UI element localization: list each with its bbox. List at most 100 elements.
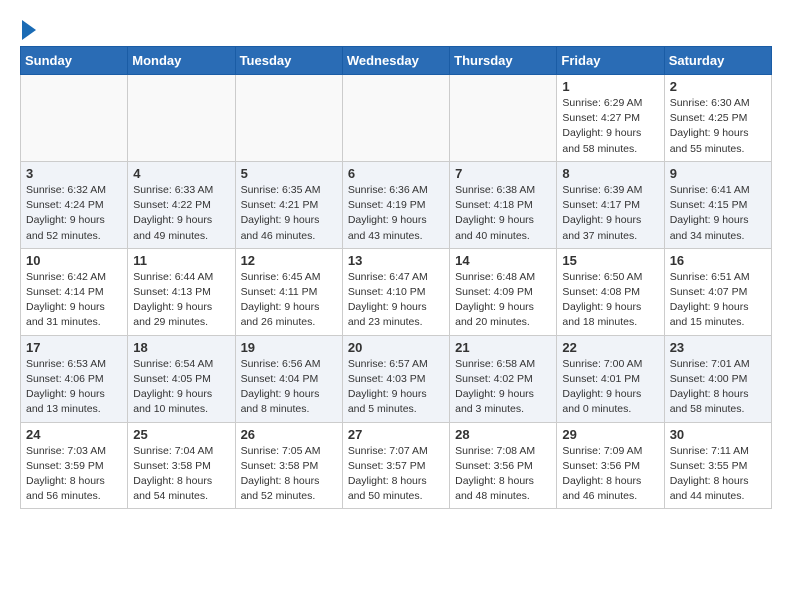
day-info: Sunrise: 7:05 AMSunset: 3:58 PMDaylight:… [241, 444, 337, 505]
calendar-cell: 11 Sunrise: 6:44 AMSunset: 4:13 PMDayligh… [128, 248, 235, 335]
day-number: 9 [670, 166, 766, 181]
day-number: 2 [670, 79, 766, 94]
calendar-week-row: 1 Sunrise: 6:29 AMSunset: 4:27 PMDaylight… [21, 75, 772, 162]
page: SundayMondayTuesdayWednesdayThursdayFrid… [0, 0, 792, 525]
day-info: Sunrise: 6:51 AMSunset: 4:07 PMDaylight:… [670, 270, 766, 331]
day-number: 14 [455, 253, 551, 268]
day-info: Sunrise: 6:57 AMSunset: 4:03 PMDaylight:… [348, 357, 444, 418]
day-info: Sunrise: 7:03 AMSunset: 3:59 PMDaylight:… [26, 444, 122, 505]
day-number: 1 [562, 79, 658, 94]
calendar-cell: 27 Sunrise: 7:07 AMSunset: 3:57 PMDayligh… [342, 422, 449, 509]
day-info: Sunrise: 6:58 AMSunset: 4:02 PMDaylight:… [455, 357, 551, 418]
day-number: 28 [455, 427, 551, 442]
day-info: Sunrise: 6:32 AMSunset: 4:24 PMDaylight:… [26, 183, 122, 244]
calendar-cell: 13 Sunrise: 6:47 AMSunset: 4:10 PMDayligh… [342, 248, 449, 335]
day-number: 29 [562, 427, 658, 442]
day-number: 17 [26, 340, 122, 355]
day-number: 15 [562, 253, 658, 268]
day-number: 18 [133, 340, 229, 355]
weekday-header-monday: Monday [128, 47, 235, 75]
calendar-cell: 28 Sunrise: 7:08 AMSunset: 3:56 PMDayligh… [450, 422, 557, 509]
calendar-cell: 12 Sunrise: 6:45 AMSunset: 4:11 PMDayligh… [235, 248, 342, 335]
day-info: Sunrise: 6:45 AMSunset: 4:11 PMDaylight:… [241, 270, 337, 331]
calendar-cell: 7 Sunrise: 6:38 AMSunset: 4:18 PMDaylight… [450, 161, 557, 248]
day-number: 10 [26, 253, 122, 268]
calendar-cell: 3 Sunrise: 6:32 AMSunset: 4:24 PMDaylight… [21, 161, 128, 248]
day-number: 23 [670, 340, 766, 355]
calendar-cell: 19Sunrise: 6:56 AMSunset: 4:04 PMDayligh… [235, 335, 342, 422]
calendar-week-row: 17 Sunrise: 6:53 AMSunset: 4:06 PMDayligh… [21, 335, 772, 422]
day-info: Sunrise: 6:48 AMSunset: 4:09 PMDaylight:… [455, 270, 551, 331]
day-number: 6 [348, 166, 444, 181]
calendar-cell [450, 75, 557, 162]
day-number: 7 [455, 166, 551, 181]
day-info: Sunrise: 7:08 AMSunset: 3:56 PMDaylight:… [455, 444, 551, 505]
day-number: 11 [133, 253, 229, 268]
calendar-cell: 6 Sunrise: 6:36 AMSunset: 4:19 PMDaylight… [342, 161, 449, 248]
calendar-cell [342, 75, 449, 162]
day-info: Sunrise: 6:35 AMSunset: 4:21 PMDaylight:… [241, 183, 337, 244]
calendar-cell: 23 Sunrise: 7:01 AMSunset: 4:00 PMDayligh… [664, 335, 771, 422]
calendar-cell: 26 Sunrise: 7:05 AMSunset: 3:58 PMDayligh… [235, 422, 342, 509]
calendar-cell: 10 Sunrise: 6:42 AMSunset: 4:14 PMDayligh… [21, 248, 128, 335]
day-number: 22 [562, 340, 658, 355]
day-info: Sunrise: 7:11 AMSunset: 3:55 PMDaylight:… [670, 444, 766, 505]
calendar-cell [235, 75, 342, 162]
logo-arrow-icon [22, 20, 36, 40]
header [20, 16, 772, 38]
day-info: Sunrise: 6:36 AMSunset: 4:19 PMDaylight:… [348, 183, 444, 244]
day-number: 12 [241, 253, 337, 268]
calendar-cell: 15 Sunrise: 6:50 AMSunset: 4:08 PMDayligh… [557, 248, 664, 335]
calendar-cell [128, 75, 235, 162]
day-info: Sunrise: 7:01 AMSunset: 4:00 PMDaylight:… [670, 357, 766, 418]
day-info: Sunrise: 6:56 AMSunset: 4:04 PMDaylight:… [241, 357, 337, 418]
day-info: Sunrise: 6:38 AMSunset: 4:18 PMDaylight:… [455, 183, 551, 244]
day-number: 3 [26, 166, 122, 181]
calendar-cell: 18Sunrise: 6:54 AMSunset: 4:05 PMDayligh… [128, 335, 235, 422]
day-info: Sunrise: 7:09 AMSunset: 3:56 PMDaylight:… [562, 444, 658, 505]
day-info: Sunrise: 6:44 AMSunset: 4:13 PMDaylight:… [133, 270, 229, 331]
weekday-header-tuesday: Tuesday [235, 47, 342, 75]
weekday-header-saturday: Saturday [664, 47, 771, 75]
calendar-table: SundayMondayTuesdayWednesdayThursdayFrid… [20, 46, 772, 509]
calendar-cell: 16Sunrise: 6:51 AMSunset: 4:07 PMDayligh… [664, 248, 771, 335]
day-number: 24 [26, 427, 122, 442]
day-number: 26 [241, 427, 337, 442]
calendar-cell: 20Sunrise: 6:57 AMSunset: 4:03 PMDayligh… [342, 335, 449, 422]
day-number: 27 [348, 427, 444, 442]
day-info: Sunrise: 6:33 AMSunset: 4:22 PMDaylight:… [133, 183, 229, 244]
day-info: Sunrise: 6:41 AMSunset: 4:15 PMDaylight:… [670, 183, 766, 244]
calendar-cell: 8 Sunrise: 6:39 AMSunset: 4:17 PMDaylight… [557, 161, 664, 248]
day-number: 4 [133, 166, 229, 181]
day-number: 13 [348, 253, 444, 268]
day-info: Sunrise: 6:29 AMSunset: 4:27 PMDaylight:… [562, 96, 658, 157]
weekday-header-friday: Friday [557, 47, 664, 75]
calendar-cell: 30 Sunrise: 7:11 AMSunset: 3:55 PMDayligh… [664, 422, 771, 509]
logo [20, 20, 36, 38]
day-info: Sunrise: 7:04 AMSunset: 3:58 PMDaylight:… [133, 444, 229, 505]
calendar-cell [21, 75, 128, 162]
day-info: Sunrise: 7:07 AMSunset: 3:57 PMDaylight:… [348, 444, 444, 505]
day-info: Sunrise: 6:42 AMSunset: 4:14 PMDaylight:… [26, 270, 122, 331]
day-number: 21 [455, 340, 551, 355]
weekday-header-sunday: Sunday [21, 47, 128, 75]
day-number: 30 [670, 427, 766, 442]
calendar-cell: 9 Sunrise: 6:41 AMSunset: 4:15 PMDaylight… [664, 161, 771, 248]
day-number: 8 [562, 166, 658, 181]
day-number: 25 [133, 427, 229, 442]
weekday-header-wednesday: Wednesday [342, 47, 449, 75]
day-info: Sunrise: 6:50 AMSunset: 4:08 PMDaylight:… [562, 270, 658, 331]
calendar-cell: 17 Sunrise: 6:53 AMSunset: 4:06 PMDayligh… [21, 335, 128, 422]
calendar-cell: 29 Sunrise: 7:09 AMSunset: 3:56 PMDayligh… [557, 422, 664, 509]
day-info: Sunrise: 6:47 AMSunset: 4:10 PMDaylight:… [348, 270, 444, 331]
day-info: Sunrise: 6:30 AMSunset: 4:25 PMDaylight:… [670, 96, 766, 157]
calendar-cell: 21 Sunrise: 6:58 AMSunset: 4:02 PMDayligh… [450, 335, 557, 422]
calendar-cell: 1 Sunrise: 6:29 AMSunset: 4:27 PMDaylight… [557, 75, 664, 162]
day-info: Sunrise: 7:00 AMSunset: 4:01 PMDaylight:… [562, 357, 658, 418]
calendar-cell: 5Sunrise: 6:35 AMSunset: 4:21 PMDaylight… [235, 161, 342, 248]
calendar-cell: 24 Sunrise: 7:03 AMSunset: 3:59 PMDayligh… [21, 422, 128, 509]
calendar-cell: 4 Sunrise: 6:33 AMSunset: 4:22 PMDaylight… [128, 161, 235, 248]
weekday-header-row: SundayMondayTuesdayWednesdayThursdayFrid… [21, 47, 772, 75]
day-info: Sunrise: 6:53 AMSunset: 4:06 PMDaylight:… [26, 357, 122, 418]
day-info: Sunrise: 6:39 AMSunset: 4:17 PMDaylight:… [562, 183, 658, 244]
